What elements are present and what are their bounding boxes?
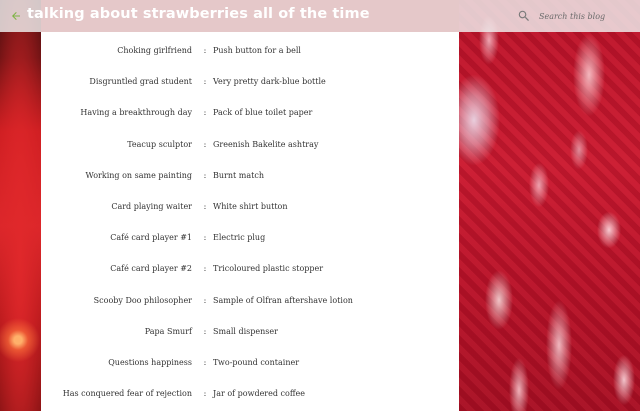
table-row: Having a breakthrough day: Pack of blue t… (41, 106, 459, 120)
blog-title[interactable]: talking about strawberries all of the ti… (27, 6, 370, 22)
separator: : (203, 389, 207, 399)
role-label: Choking girlfriend (117, 46, 192, 55)
header-bar: talking about strawberries all of the ti… (0, 0, 640, 32)
search-box[interactable] (512, 4, 640, 28)
separator: : (203, 77, 207, 87)
object-label: Push button for a bell (213, 46, 301, 55)
back-arrow-icon (12, 12, 20, 20)
role-label: Café card player #2 (110, 264, 192, 274)
separator: : (203, 202, 207, 211)
table-row: Choking girlfriend: Push button for a bel… (41, 44, 459, 58)
separator: : (203, 139, 207, 149)
back-button[interactable] (6, 6, 26, 26)
table-row: Teacup sculptor: Greenish Bakelite ashtra… (41, 138, 459, 152)
role-label: Questions happiness (108, 358, 192, 367)
table-row: Has conquered fear of rejection: Jar of p… (41, 387, 459, 401)
table-row: Café card player #2: Tricoloured plastic … (41, 262, 459, 276)
table-row: Disgruntled grad student: Very pretty dar… (41, 75, 459, 89)
object-label: White shirt button (213, 202, 288, 211)
separator: : (203, 326, 207, 336)
separator: : (203, 264, 207, 274)
object-label: Burnt match (213, 170, 264, 180)
search-icon[interactable] (517, 9, 531, 23)
object-label: Very pretty dark-blue bottle (213, 77, 326, 87)
object-label: Pack of blue toilet paper (213, 108, 313, 118)
table-row: Card playing waiter: White shirt button (41, 200, 459, 214)
role-label: Teacup sculptor (127, 139, 192, 149)
table-row: Questions happiness: Two-pound container (41, 356, 459, 370)
role-label: Having a breakthrough day (80, 108, 192, 118)
separator: : (203, 295, 207, 305)
object-label: Tricoloured plastic stopper (213, 264, 324, 274)
separator: : (203, 108, 207, 118)
search-input[interactable] (537, 10, 637, 22)
separator: : (203, 46, 207, 55)
table-row: Scooby Doo philosopher: Sample of Olfran … (41, 294, 459, 308)
table-row: Papa Smurf: Small dispenser (41, 325, 459, 339)
separator: : (203, 358, 207, 367)
object-label: Greenish Bakelite ashtray (213, 139, 319, 149)
role-label: Café card player #1 (110, 233, 192, 243)
object-label: Two-pound container (213, 358, 300, 367)
table-row: Working on same painting: Burnt match (41, 169, 459, 183)
object-label: Electric plug (213, 233, 266, 243)
background-strawberry-right (459, 0, 640, 411)
object-label: Jar of powdered coffee (213, 389, 305, 399)
object-label: Small dispenser (213, 326, 278, 336)
role-label: Working on same painting (85, 170, 192, 180)
role-label: Card playing waiter (111, 202, 192, 211)
role-label: Scooby Doo philosopher (93, 295, 192, 305)
table-row: Café card player #1: Electric plug (41, 231, 459, 245)
post-content: Choking girlfriend: Push button for a bel… (41, 32, 459, 411)
separator: : (203, 233, 207, 243)
role-label: Has conquered fear of rejection (62, 389, 192, 399)
separator: : (203, 170, 207, 180)
object-label: Sample of Olfran aftershave lotion (213, 295, 353, 305)
role-label: Disgruntled grad student (89, 77, 192, 87)
background-strawberry-left (0, 0, 41, 411)
role-label: Papa Smurf (144, 326, 192, 336)
